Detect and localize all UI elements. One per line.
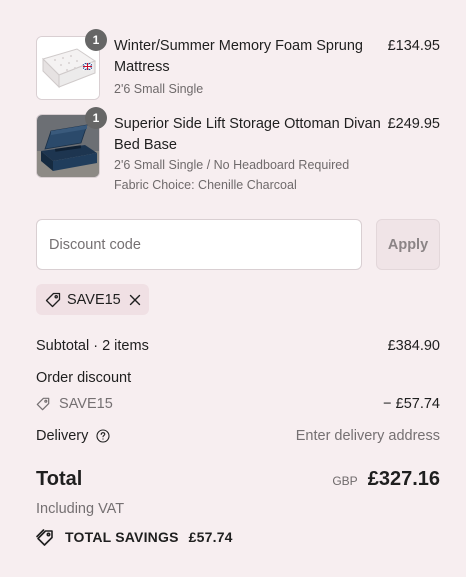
discount-code-label: SAVE15 xyxy=(59,396,113,412)
total-row: Total GBP £327.16 xyxy=(36,469,440,495)
help-icon[interactable] xyxy=(96,429,110,443)
total-savings-label: TOTAL SAVINGS xyxy=(65,529,179,545)
item-price: £249.95 xyxy=(387,116,440,132)
total-currency: GBP xyxy=(332,474,358,488)
delivery-label: Delivery xyxy=(36,428,89,444)
remove-discount-icon[interactable] xyxy=(129,294,141,306)
delivery-value: Enter delivery address xyxy=(295,428,440,444)
item-title: Superior Side Lift Storage Ottoman Divan… xyxy=(114,116,381,153)
applied-discount-code: SAVE15 xyxy=(67,291,121,308)
delivery-row: Delivery Enter delivery address xyxy=(36,426,440,446)
discount-code-input[interactable] xyxy=(36,219,362,270)
line-item: 1 Winter/Summer Memory Foam Sprung Mattr… xyxy=(36,29,440,100)
tag-icon xyxy=(36,529,54,547)
total-savings-value: £57.74 xyxy=(188,529,233,545)
discount-detail-row: SAVE15 − £57.74 xyxy=(36,394,440,414)
quantity-badge: 1 xyxy=(85,29,107,51)
subtotal-value: £384.90 xyxy=(387,338,440,354)
apply-discount-button[interactable]: Apply xyxy=(376,219,440,270)
item-fabric: Fabric Choice: Chenille Charcoal xyxy=(114,178,297,192)
line-item: 1 Superior Side Lift Storage Ottoman Div… xyxy=(36,107,440,194)
subtotal-label: Subtotal · 2 items xyxy=(36,338,149,354)
mattress-image: 1 xyxy=(36,29,107,100)
item-price: £134.95 xyxy=(387,38,440,54)
total-amount-group: GBP £327.16 xyxy=(332,469,440,491)
applied-discount-chip: SAVE15 xyxy=(36,284,149,315)
vat-note: Including VAT xyxy=(36,501,125,517)
item-title: Winter/Summer Memory Foam Sprung Mattres… xyxy=(114,38,363,75)
order-discount-row: Order discount xyxy=(36,368,440,388)
tag-icon xyxy=(45,292,61,308)
order-discount-label: Order discount xyxy=(36,370,132,386)
subtotal-row: Subtotal · 2 items £384.90 xyxy=(36,336,440,356)
savings-row: TOTAL SAVINGS £57.74 xyxy=(36,527,440,548)
discount-value: − £57.74 xyxy=(383,396,440,412)
ottoman-bed-image: 1 xyxy=(36,107,107,178)
quantity-badge: 1 xyxy=(85,107,107,129)
item-variant: 2'6 Small Single / No Headboard Required xyxy=(114,158,350,172)
total-value: £327.16 xyxy=(367,468,440,490)
item-variant: 2'6 Small Single xyxy=(114,82,204,96)
total-label: Total xyxy=(36,468,83,490)
tag-icon xyxy=(36,397,50,411)
